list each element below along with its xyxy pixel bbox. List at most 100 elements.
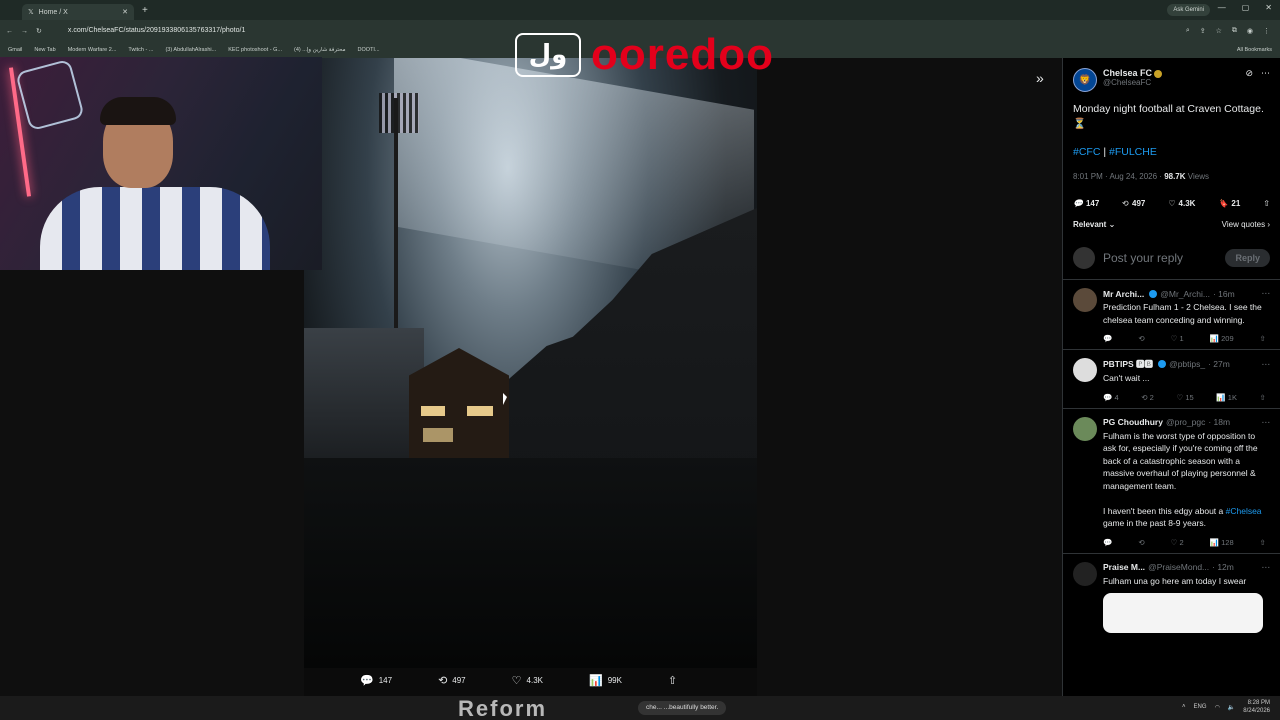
reply-text-end: game in the past 8-9 years. xyxy=(1103,518,1207,528)
reply-avatar[interactable] xyxy=(1073,416,1097,441)
forward-icon[interactable]: → xyxy=(21,28,28,35)
bookmark-item[interactable]: New Tab xyxy=(34,47,55,53)
more-icon[interactable]: ⋯ xyxy=(1261,68,1270,79)
reload-icon[interactable]: ↻ xyxy=(36,27,42,35)
minimize-icon[interactable]: — xyxy=(1218,3,1226,12)
bookmark-item[interactable]: Gmail xyxy=(8,47,22,53)
repost-icon[interactable]: ⟲ xyxy=(1138,538,1144,547)
profile-icon[interactable]: ◉ xyxy=(1247,27,1253,35)
repost-action[interactable]: ⟲ 2 xyxy=(1141,393,1154,402)
grok-icon[interactable]: ⊘ xyxy=(1245,68,1253,79)
reply-author-name[interactable]: Praise M... xyxy=(1103,562,1145,572)
bookmark-item[interactable]: KEC photoshoot - G... xyxy=(228,47,282,53)
hashtag-link[interactable]: #FULCHE xyxy=(1109,146,1157,158)
like-action[interactable]: ♡ 4.3K xyxy=(512,674,543,687)
lang-indicator[interactable]: ENG xyxy=(1194,704,1207,710)
views-action[interactable]: 📊 128 xyxy=(1210,538,1234,547)
author-handle[interactable]: @ChelseaFC xyxy=(1103,78,1162,87)
ask-gemini-button[interactable]: Ask Gemini xyxy=(1167,4,1210,16)
reply-author-handle[interactable]: @pbtips_ xyxy=(1169,359,1205,369)
url-field[interactable]: x.com/ChelseaFC/status/20919338061357633… xyxy=(60,24,253,38)
bookmark-item[interactable]: Modern Warfare 2... xyxy=(68,47,117,53)
more-icon[interactable]: ⋯ xyxy=(1262,562,1271,573)
taskbar-search[interactable]: che... ...beautifully better. xyxy=(638,701,727,715)
share-icon: ⇧ xyxy=(667,675,678,687)
reply-image[interactable] xyxy=(1103,593,1263,633)
views-action[interactable]: 📊 99K xyxy=(589,674,622,687)
reply-author-handle[interactable]: @Mr_Archi... xyxy=(1160,289,1210,299)
chelsea-crest-avatar[interactable]: 🦁 xyxy=(1073,68,1097,92)
repost-action[interactable]: ⟲ 497 xyxy=(438,674,466,687)
reply-item[interactable]: Mr Archi... @Mr_Archi... · 16m ⋯ Predict… xyxy=(1063,280,1280,350)
clock[interactable]: 8:28 PM 8/24/2026 xyxy=(1243,699,1270,715)
like-action[interactable]: ♡ 1 xyxy=(1171,334,1184,343)
repost-stat[interactable]: ⟲ 497 xyxy=(1122,199,1145,208)
tray-chevron-icon[interactable]: ˄ xyxy=(1182,704,1186,710)
reply-item[interactable]: PG Choudhury @pro_pgc · 18m ⋯ Fulham is … xyxy=(1063,409,1280,554)
bookmark-stat[interactable]: 🔖 21 xyxy=(1218,199,1240,208)
reply-button[interactable]: Reply xyxy=(1225,249,1270,267)
bookmark-item[interactable]: (3) AbdullahAlrashi... xyxy=(165,47,216,53)
share-icon[interactable]: ⇪ xyxy=(1200,27,1206,35)
reply-icon[interactable]: 💬 xyxy=(1103,538,1112,547)
reply-author-name[interactable]: Mr Archi... xyxy=(1103,289,1144,299)
bookmark-item[interactable]: محترفة شارين وإ... (4) xyxy=(294,47,346,53)
more-icon[interactable]: ⋯ xyxy=(1262,417,1271,428)
reply-author-handle[interactable]: @PraiseMond... xyxy=(1148,562,1209,572)
more-icon[interactable]: ⋯ xyxy=(1262,288,1271,299)
views-action[interactable]: 📊 209 xyxy=(1210,334,1234,343)
back-icon[interactable]: ← xyxy=(6,28,13,35)
wifi-icon[interactable]: ◠ xyxy=(1215,704,1220,711)
menu-icon[interactable]: ⋮ xyxy=(1263,27,1270,35)
author-name[interactable]: Chelsea FC xyxy=(1103,68,1163,78)
all-bookmarks[interactable]: All Bookmarks xyxy=(1237,47,1280,53)
reply-icon[interactable]: 💬 xyxy=(1103,334,1112,343)
bookmark-star-icon[interactable]: ☆ xyxy=(1216,27,1222,35)
tweet-photo[interactable] xyxy=(304,58,757,668)
reply-item[interactable]: Praise M... @PraiseMond... · 12m ⋯ Fulha… xyxy=(1063,554,1280,640)
zoom-icon[interactable]: ⌕ xyxy=(1186,27,1190,35)
share-icon[interactable]: ⇧ xyxy=(1260,393,1266,402)
view-quotes-link[interactable]: View quotes › xyxy=(1222,220,1270,229)
reply-avatar[interactable] xyxy=(1073,288,1097,312)
volume-icon[interactable]: 🔈 xyxy=(1228,704,1235,711)
reply-author-name[interactable]: PBTIPS 🅿🅱 xyxy=(1103,358,1153,370)
reply-avatar[interactable] xyxy=(1073,358,1097,382)
hashtag-link[interactable]: #CFC xyxy=(1073,146,1100,158)
tweet-timestamp[interactable]: 8:01 PM · Aug 24, 2026 · xyxy=(1073,172,1162,181)
like-action[interactable]: ♡ 15 xyxy=(1177,393,1194,402)
share-icon[interactable]: ⇧ xyxy=(1260,334,1266,343)
tweet-views-label: Views xyxy=(1187,172,1209,181)
repost-count: 497 xyxy=(1132,199,1146,208)
overlay-text: Reform xyxy=(458,696,548,720)
chevron-right-icon: › xyxy=(1267,220,1270,229)
more-icon[interactable]: ⋯ xyxy=(1262,359,1271,370)
share-stat[interactable]: ⇧ xyxy=(1263,199,1270,208)
verified-badge-icon xyxy=(1154,69,1163,78)
bookmark-item[interactable]: DOOTI... xyxy=(358,47,380,53)
share-action[interactable]: ⇧ xyxy=(668,674,677,687)
new-tab-icon[interactable]: + xyxy=(142,5,148,16)
expand-panel-icon[interactable]: » xyxy=(1036,70,1044,86)
reply-action[interactable]: 💬 4 xyxy=(1103,393,1119,402)
reply-action[interactable]: 💬 147 xyxy=(360,674,392,687)
extensions-icon[interactable]: ⧉ xyxy=(1232,27,1237,35)
close-tab-icon[interactable]: ✕ xyxy=(122,8,128,16)
reply-author-handle[interactable]: @pro_pgc xyxy=(1166,417,1205,427)
reply-author-name[interactable]: PG Choudhury xyxy=(1103,417,1163,427)
hashtag-link[interactable]: #Chelsea xyxy=(1226,506,1262,516)
reply-stat[interactable]: 💬 147 xyxy=(1073,199,1099,208)
like-stat[interactable]: ♡ 4.3K xyxy=(1168,199,1195,208)
maximize-icon[interactable]: ▢ xyxy=(1242,3,1250,12)
share-icon[interactable]: ⇧ xyxy=(1260,538,1266,547)
repost-icon[interactable]: ⟲ xyxy=(1138,334,1144,343)
reply-avatar[interactable] xyxy=(1073,561,1097,586)
like-action[interactable]: ♡ 2 xyxy=(1171,538,1184,547)
close-window-icon[interactable]: ✕ xyxy=(1265,3,1272,12)
reply-input[interactable]: Post your reply xyxy=(1103,251,1217,265)
reply-item[interactable]: PBTIPS 🅿🅱 @pbtips_ · 27m ⋯ Can't wait ..… xyxy=(1063,350,1280,409)
browser-tab[interactable]: 𝕏 Home / X ✕ xyxy=(22,4,134,20)
bookmark-item[interactable]: Twitch - ... xyxy=(128,47,153,53)
sort-relevant-dropdown[interactable]: Relevant ⌄ xyxy=(1073,220,1115,229)
views-action[interactable]: 📊 1K xyxy=(1216,393,1237,402)
